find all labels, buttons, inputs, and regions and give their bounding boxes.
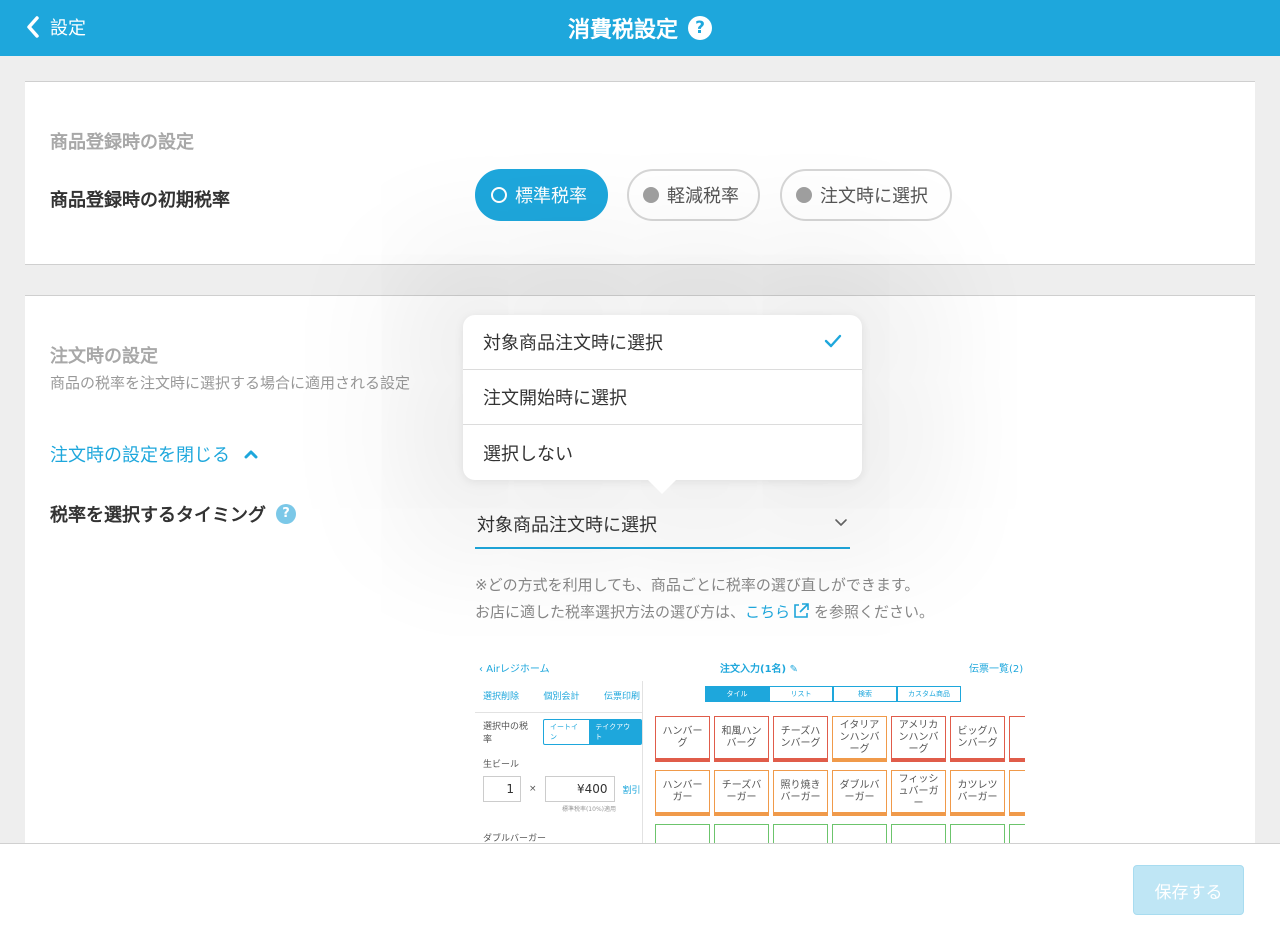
radio-icon (796, 187, 812, 203)
dropdown-option-order-start[interactable]: 注文開始時に選択 (463, 370, 862, 425)
save-button[interactable]: 保存する (1133, 865, 1244, 915)
preview-sidebar: 選択削除 個別会計 伝票印刷 選択中の税率 イートイン テイクアウト 生ビール 1… (475, 681, 643, 856)
footer-bar: 保存する (0, 843, 1280, 935)
preview-tile: カツレツバーガー (950, 770, 1005, 816)
preview-tile: チーズハンバーグ (773, 716, 828, 762)
order-section-title: 注文時の設定 (50, 346, 158, 367)
preview-tile: 和風ハンバーグ (714, 716, 769, 762)
timing-note: ※どの方式を利用しても、商品ごとに税率の選び直しができます。 お店に適した税率選… (475, 572, 934, 626)
preview-slip-list: 伝票一覧(2) (969, 664, 1024, 675)
preview-tile: ビッグハンバーグ (950, 716, 1005, 762)
preview-tile: 照り焼きバーガー (773, 770, 828, 816)
timing-label-row: 税率を選択するタイミング ? (50, 501, 296, 527)
reduced-rate-option[interactable]: 軽減税率 (627, 169, 760, 221)
reduced-rate-label: 軽減税率 (667, 186, 739, 207)
preview-tile: 激 (1009, 716, 1025, 762)
preview-tile: ハンバーガー (655, 770, 710, 816)
preview-view-tabs: タイル リスト 検索 カスタム商品 (705, 686, 961, 702)
order-section-subtitle: 商品の税率を注文時に選択する場合に適用される設定 (50, 374, 411, 392)
preview-tile: ダブルバーガー (832, 770, 887, 816)
checkmark-icon (824, 334, 842, 348)
page-title: 消費税設定 (567, 18, 678, 43)
product-section-title: 商品登録時の設定 (50, 132, 194, 153)
preview-tile: フィッシュバーガー (891, 770, 946, 816)
radio-icon (491, 187, 507, 203)
preview-tile: チーズバーガー (714, 770, 769, 816)
timing-select-value: 対象商品注文時に選択 (477, 515, 657, 536)
initial-tax-rate-label: 商品登録時の初期税率 (50, 190, 230, 211)
select-at-order-option[interactable]: 注文時に選択 (780, 169, 952, 221)
help-link[interactable]: こちら (745, 603, 790, 621)
standard-rate-option[interactable]: 標準税率 (475, 169, 608, 221)
dropdown-option-item-order[interactable]: 対象商品注文時に選択 (463, 315, 862, 370)
preview-tile: イタリアンハンバーグ (832, 716, 887, 762)
preview-tile: アメリカンハンバーグ (891, 716, 946, 762)
timing-dropdown-menu: 対象商品注文時に選択 注文開始時に選択 選択しない (463, 315, 862, 494)
radio-icon (643, 187, 659, 203)
collapse-order-settings-link[interactable]: 注文時の設定を閉じる (50, 441, 258, 467)
note-line-1: ※どの方式を利用しても、商品ごとに税率の選び直しができます。 (475, 576, 920, 594)
external-link-icon[interactable] (792, 602, 810, 620)
collapse-label: 注文時の設定を閉じる (50, 445, 230, 466)
note-line-2: お店に適した税率選択方法の選び方は、こちら を参照ください。 (475, 602, 935, 621)
preview-back: ‹ Airレジホーム (479, 664, 550, 675)
preview-title: 注文入力(1名) ✎ (720, 664, 798, 675)
chevron-up-icon (244, 450, 258, 459)
timing-label: 税率を選択するタイミング (50, 505, 266, 526)
timing-select[interactable]: 対象商品注文時に選択 (475, 501, 850, 549)
order-screen-preview: ‹ Airレジホーム 注文入力(1名) ✎ 伝票一覧(2) 選択削除 個別会計 … (475, 656, 1025, 856)
preview-tile: 野 (1009, 770, 1025, 816)
select-at-order-label: 注文時に選択 (820, 186, 928, 207)
dropdown-option-none[interactable]: 選択しない (463, 425, 862, 480)
standard-rate-label: 標準税率 (515, 186, 587, 207)
preview-tile: ハンバーグ (655, 716, 710, 762)
help-icon[interactable]: ? (688, 16, 712, 40)
chevron-down-icon (835, 519, 847, 526)
product-settings-card: 商品登録時の設定 商品登録時の初期税率 標準税率 軽減税率 注文時に選択 (25, 81, 1255, 265)
app-header: 設定 消費税設定? (0, 0, 1280, 56)
help-icon[interactable]: ? (276, 504, 296, 524)
preview-tile-grid: ハンバーグ 和風ハンバーグ チーズハンバーグ イタリアンハンバーグ アメリカンハ… (655, 716, 1025, 856)
